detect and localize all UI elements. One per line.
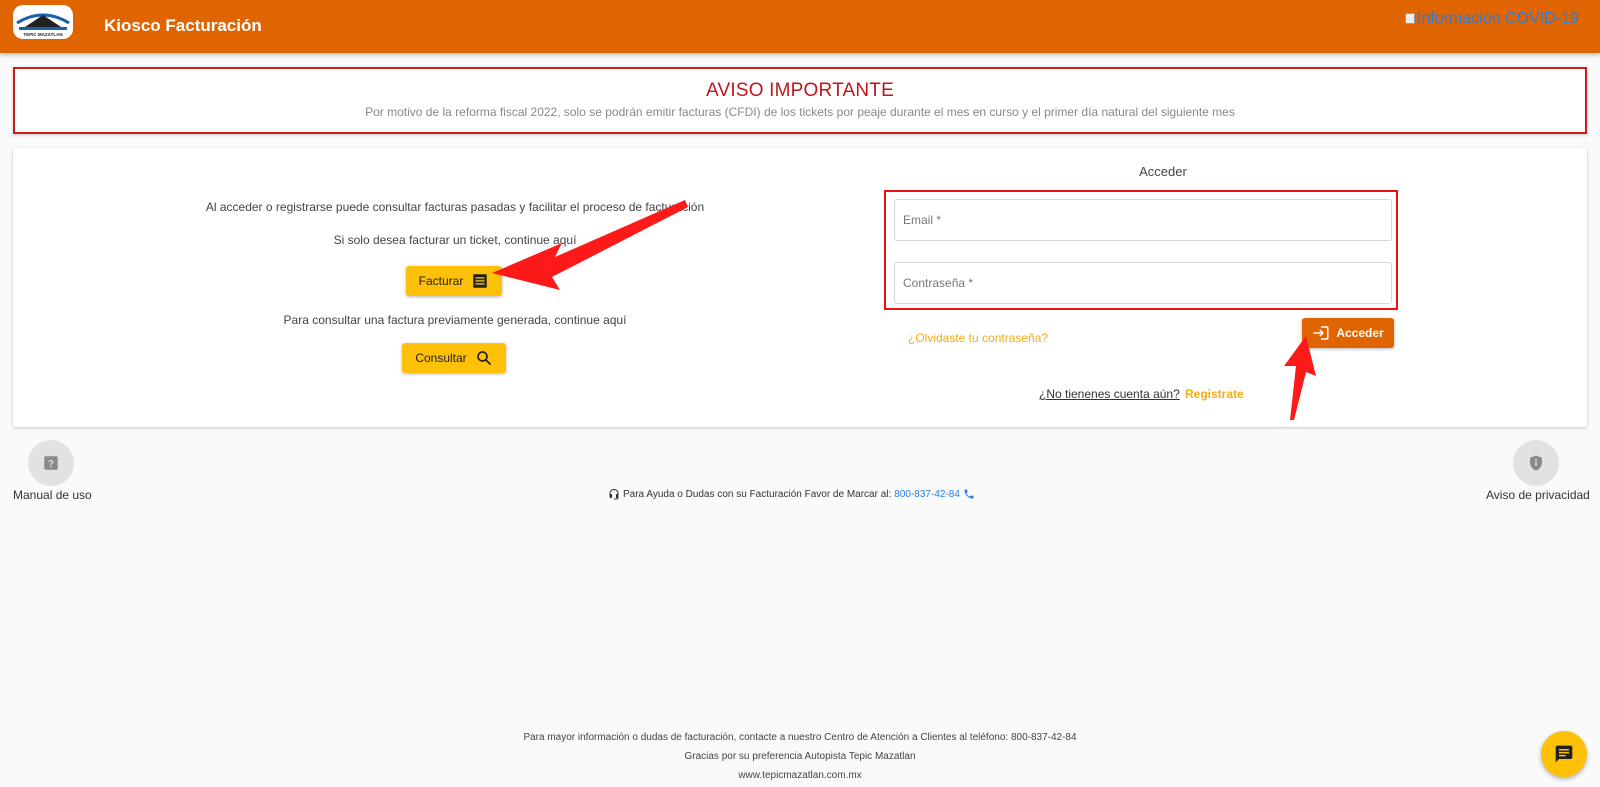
phone-icon[interactable] (963, 488, 975, 500)
svg-text:?: ? (48, 459, 54, 470)
privacy-button[interactable] (1513, 440, 1559, 486)
consult-instructions-text: Para consultar una factura previamente g… (283, 313, 627, 327)
notice-title: AVISO IMPORTANTE (706, 80, 894, 101)
broken-image-icon (1405, 13, 1415, 24)
email-field-container (894, 199, 1392, 241)
help-phone-link[interactable]: 800-837-42-84 (894, 489, 960, 500)
footer-contact-text: Para mayor información o dudas de factur… (523, 732, 1077, 743)
manual-button[interactable]: ? (28, 440, 74, 486)
login-form (884, 190, 1398, 310)
chat-icon (1555, 745, 1573, 763)
login-icon (1313, 326, 1329, 340)
chat-button[interactable] (1541, 731, 1587, 777)
password-field-container (894, 262, 1392, 304)
login-benefits-text: Al acceder o registrarse puede consultar… (205, 200, 705, 214)
main-card: Al acceder o registrarse puede consultar… (13, 148, 1587, 427)
invoice-options: Al acceder o registrarse puede consultar… (13, 148, 897, 427)
headset-icon (609, 489, 619, 500)
app-title: Kiosco Facturación (104, 16, 262, 35)
help-contact-line: Para Ayuda o Dudas con su Facturación Fa… (608, 488, 975, 500)
login-title: Acceder (1139, 164, 1187, 179)
covid-info-link[interactable]: Información COVID-19 (1405, 10, 1579, 28)
help-icon: ? (44, 456, 58, 470)
email-field[interactable] (895, 200, 1391, 240)
consultar-button-label: Consultar (415, 351, 467, 365)
svg-text:TEPIC MAZATLAN: TEPIC MAZATLAN (23, 32, 62, 37)
ticket-instructions-text: Si solo desea facturar un ticket, contin… (333, 233, 577, 247)
logo-graphic: TEPIC MAZATLAN (16, 13, 70, 37)
register-link[interactable]: Registrate (1185, 387, 1244, 401)
list-icon (473, 274, 488, 288)
no-account-text[interactable]: ¿No tienenes cuenta aún? (1039, 387, 1180, 401)
help-text: Para Ayuda o Dudas con su Facturación Fa… (623, 488, 892, 500)
privacy-label[interactable]: Aviso de privacidad (1486, 488, 1590, 502)
acceder-button[interactable]: Acceder (1302, 318, 1394, 348)
covid-info-alt-text: Información COVID-19 (1417, 10, 1579, 27)
important-notice: AVISO IMPORTANTE Por motivo de la reform… (13, 67, 1587, 134)
manual-label[interactable]: Manual de uso (13, 488, 92, 502)
search-icon (476, 351, 491, 365)
shield-icon (1530, 455, 1542, 471)
acceder-button-label: Acceder (1336, 326, 1384, 340)
password-field[interactable] (895, 263, 1391, 303)
consultar-button[interactable]: Consultar (402, 343, 506, 373)
top-app-bar: TEPIC MAZATLAN Kiosco Facturación Inform… (0, 0, 1600, 53)
facturar-button[interactable]: Facturar (406, 266, 502, 296)
footer-thanks-text: Gracias por su preferencia Autopista Tep… (684, 751, 916, 762)
forgot-password-link[interactable]: ¿Olvidaste tu contraseña? (908, 331, 1048, 345)
company-logo[interactable]: TEPIC MAZATLAN (13, 5, 73, 39)
footer-website[interactable]: www.tepicmazatlan.com.mx (0, 770, 1600, 781)
facturar-button-label: Facturar (418, 274, 464, 288)
notice-text: Por motivo de la reforma fiscal 2022, so… (365, 105, 1235, 119)
